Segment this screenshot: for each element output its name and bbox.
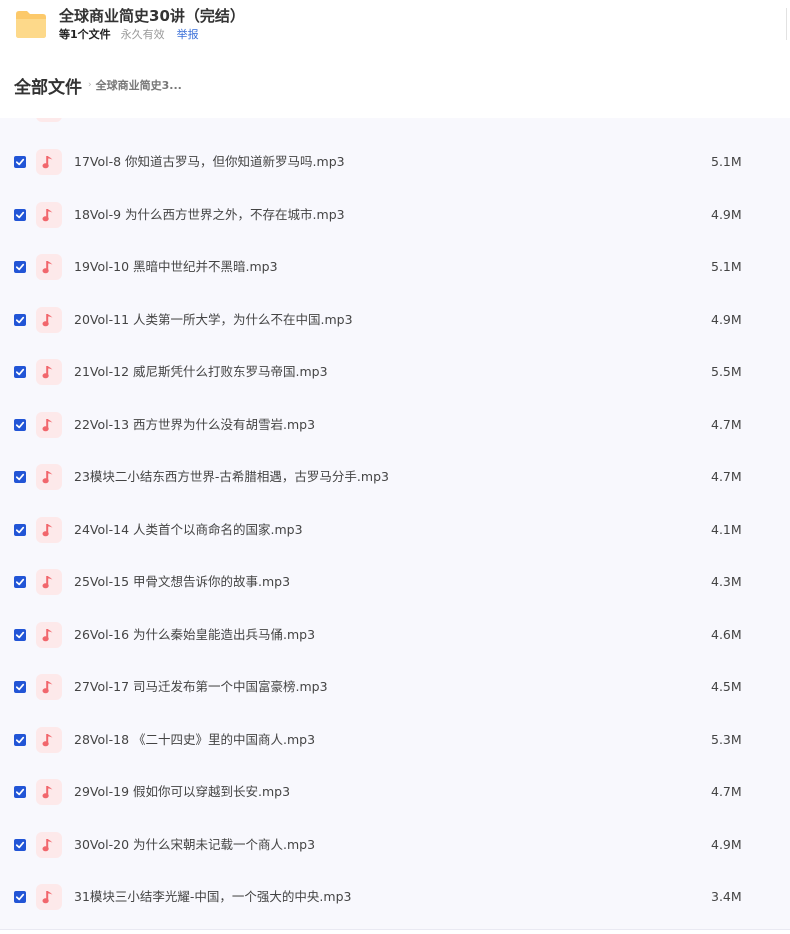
- music-note-icon: [36, 831, 62, 858]
- file-row[interactable]: 21Vol-12 威尼斯凭什么打败东罗马帝国.mp3 5.5M: [0, 346, 790, 398]
- checkbox-checked-icon[interactable]: [14, 838, 26, 851]
- file-size: 4.9M: [711, 836, 742, 852]
- music-note-icon: [36, 674, 62, 700]
- music-note-icon: [36, 884, 62, 910]
- report-link[interactable]: 举报: [177, 26, 199, 42]
- file-row[interactable]: 19Vol-10 黑暗中世纪并不黑暗.mp3 5.1M: [0, 241, 790, 293]
- file-name[interactable]: 28Vol-18 《二十四史》里的中国商人.mp3: [74, 730, 315, 750]
- window-edge: [786, 8, 790, 40]
- checkbox-checked-icon[interactable]: [14, 208, 26, 221]
- file-name[interactable]: 30Vol-20 为什么宋朝未记载一个商人.mp3: [74, 835, 315, 855]
- file-size: 4.1M: [711, 521, 742, 537]
- checkbox-checked-icon[interactable]: [14, 418, 26, 431]
- checkbox-checked-icon[interactable]: [14, 786, 26, 798]
- file-name[interactable]: 24Vol-14 人类首个以商命名的国家.mp3: [74, 520, 303, 540]
- file-count: 等1个文件: [59, 28, 111, 41]
- file-size: 4.5M: [711, 679, 742, 694]
- file-size: 5.1M: [711, 154, 742, 169]
- checkbox-checked-icon[interactable]: [14, 733, 26, 746]
- breadcrumb: 全部文件 › 全球商业简史3...: [14, 72, 182, 98]
- file-size: 5.3M: [711, 731, 742, 747]
- file-row[interactable]: 23模块二小结东西方世界-古希腊相遇，古罗马分手.mp3 4.7M: [0, 451, 790, 503]
- file-row[interactable]: 25Vol-15 甲骨文想告诉你的故事.mp3 4.3M: [0, 556, 790, 608]
- music-note-icon: [36, 118, 62, 122]
- share-meta: 等1个文件 永久有效 举报: [59, 27, 199, 41]
- checkbox-checked-icon[interactable]: [14, 366, 26, 378]
- music-note-icon: [36, 464, 62, 490]
- share-title: 全球商业简史30讲（完结）: [59, 7, 245, 25]
- music-note-icon: [36, 306, 62, 333]
- file-size: 4.7M: [711, 469, 742, 484]
- music-note-icon: [36, 411, 62, 438]
- file-name[interactable]: 26Vol-16 为什么秦始皇能造出兵马俑.mp3: [74, 625, 315, 645]
- file-name[interactable]: 27Vol-17 司马迁发布第一个中国富豪榜.mp3: [74, 677, 328, 697]
- folder-icon: [16, 11, 46, 38]
- checkbox-checked-icon[interactable]: [14, 576, 26, 588]
- file-size: 4.6M: [711, 626, 742, 642]
- checkbox-checked-icon[interactable]: [14, 313, 26, 326]
- checkbox-checked-icon[interactable]: [14, 628, 26, 641]
- checkbox-checked-icon[interactable]: [14, 261, 26, 273]
- file-name[interactable]: 18Vol-9 为什么西方世界之外，不存在城市.mp3: [74, 205, 345, 225]
- file-name[interactable]: 22Vol-13 西方世界为什么没有胡雪岩.mp3: [74, 415, 315, 435]
- file-size: 4.7M: [711, 784, 742, 799]
- list-bottom-border: [0, 929, 790, 930]
- breadcrumb-separator-icon: ›: [88, 80, 92, 90]
- music-note-icon: [36, 359, 62, 385]
- checkbox-checked-icon[interactable]: [14, 681, 26, 693]
- music-note-icon: [36, 149, 62, 175]
- partial-row-above: [36, 118, 62, 122]
- file-name[interactable]: 25Vol-15 甲骨文想告诉你的故事.mp3: [74, 572, 290, 592]
- file-size: 5.1M: [711, 259, 742, 274]
- file-row[interactable]: 28Vol-18 《二十四史》里的中国商人.mp3 5.3M: [0, 714, 790, 766]
- file-row[interactable]: 20Vol-11 人类第一所大学，为什么不在中国.mp3 4.9M: [0, 294, 790, 346]
- file-name[interactable]: 31模块三小结李光耀-中国，一个强大的中央.mp3: [74, 887, 351, 907]
- music-note-icon: [36, 779, 62, 805]
- file-size: 4.9M: [711, 206, 742, 222]
- file-size: 4.3M: [711, 574, 742, 589]
- checkbox-checked-icon[interactable]: [14, 471, 26, 483]
- file-row[interactable]: 30Vol-20 为什么宋朝未记载一个商人.mp3 4.9M: [0, 819, 790, 871]
- music-note-icon: [36, 621, 62, 648]
- music-note-icon: [36, 254, 62, 280]
- file-name[interactable]: 29Vol-19 假如你可以穿越到长安.mp3: [74, 782, 290, 802]
- file-name[interactable]: 20Vol-11 人类第一所大学，为什么不在中国.mp3: [74, 310, 353, 330]
- file-size: 5.5M: [711, 364, 742, 379]
- checkbox-checked-icon[interactable]: [14, 523, 26, 536]
- file-row[interactable]: 17Vol-8 你知道古罗马，但你知道新罗马吗.mp3 5.1M: [0, 136, 790, 188]
- file-list: 17Vol-8 你知道古罗马，但你知道新罗马吗.mp3 5.1M 18Vol-9 为…: [0, 118, 790, 930]
- file-row[interactable]: 18Vol-9 为什么西方世界之外，不存在城市.mp3 4.9M: [0, 189, 790, 241]
- music-note-icon: [36, 201, 62, 228]
- share-header: 全球商业简史30讲（完结） 等1个文件 永久有效 举报: [0, 0, 790, 56]
- file-name[interactable]: 19Vol-10 黑暗中世纪并不黑暗.mp3: [74, 257, 278, 277]
- checkbox-checked-icon[interactable]: [14, 156, 26, 168]
- file-row[interactable]: 24Vol-14 人类首个以商命名的国家.mp3 4.1M: [0, 504, 790, 556]
- file-row[interactable]: 26Vol-16 为什么秦始皇能造出兵马俑.mp3 4.6M: [0, 609, 790, 661]
- file-row[interactable]: 27Vol-17 司马迁发布第一个中国富豪榜.mp3 4.5M: [0, 661, 790, 713]
- file-name[interactable]: 21Vol-12 威尼斯凭什么打败东罗马帝国.mp3: [74, 362, 328, 382]
- file-name[interactable]: 17Vol-8 你知道古罗马，但你知道新罗马吗.mp3: [74, 152, 345, 172]
- breadcrumb-root[interactable]: 全部文件: [14, 73, 82, 98]
- music-note-icon: [36, 569, 62, 595]
- validity-label: 永久有效: [120, 28, 165, 41]
- file-row[interactable]: 31模块三小结李光耀-中国，一个强大的中央.mp3 3.4M: [0, 871, 790, 923]
- music-note-icon: [36, 726, 62, 753]
- breadcrumb-current: 全球商业简史3...: [95, 79, 182, 92]
- file-size: 4.7M: [711, 416, 742, 432]
- checkbox-checked-icon[interactable]: [14, 891, 26, 903]
- file-size: 4.9M: [711, 311, 742, 327]
- file-row[interactable]: 29Vol-19 假如你可以穿越到长安.mp3 4.7M: [0, 766, 790, 818]
- file-row[interactable]: 22Vol-13 西方世界为什么没有胡雪岩.mp3 4.7M: [0, 399, 790, 451]
- music-note-icon: [36, 516, 62, 543]
- file-size: 3.4M: [711, 889, 742, 904]
- file-name[interactable]: 23模块二小结东西方世界-古希腊相遇，古罗马分手.mp3: [74, 467, 389, 487]
